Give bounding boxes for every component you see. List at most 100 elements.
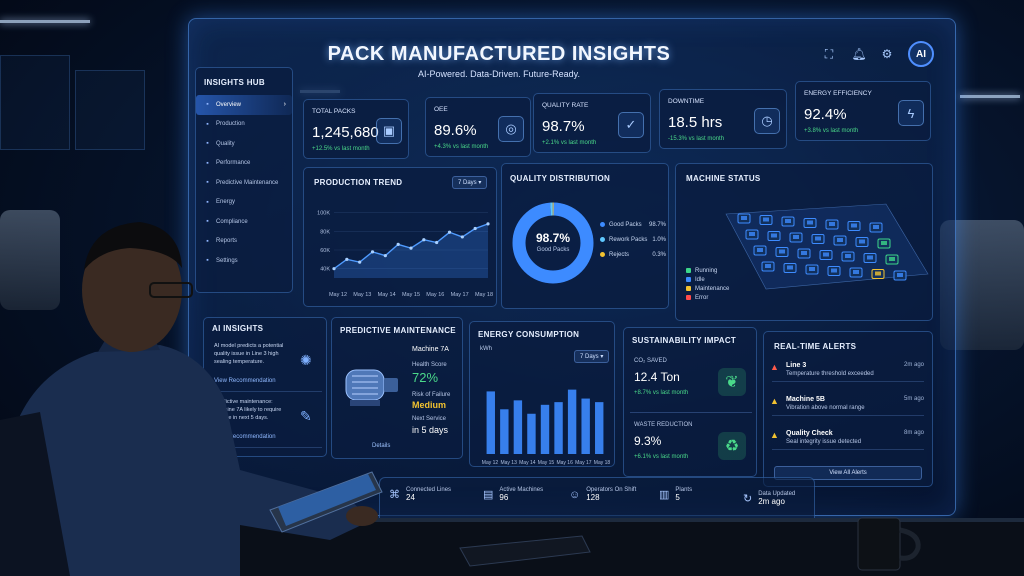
machine-light [765, 264, 771, 268]
kpi-label: TOTAL PACKS [312, 108, 356, 115]
grid-icon: ▪ [206, 101, 209, 109]
sidebar-item-label: Production [216, 121, 245, 128]
alert-item[interactable]: ▲ Machine 5B Vibration above normal range 5… [770, 396, 924, 416]
footer-stat-value: 2m ago [758, 497, 785, 506]
sustainability-card: SUSTAINABILITY IMPACT CO₂ SAVED 12.4 Ton… [623, 327, 757, 477]
brain-icon: ✺ [300, 352, 312, 368]
card-title: REAL-TIME ALERTS [774, 342, 857, 351]
x-tick-label: May 18 [594, 460, 611, 466]
chair [0, 412, 70, 576]
insight-text: AI model predicts a potential quality is… [214, 343, 284, 365]
kpi-card-downtime[interactable]: DOWNTIME 18.5 hrs -15.3% vs last month ◷ [659, 89, 787, 149]
co2-label: CO₂ SAVED [634, 358, 667, 364]
x-tick-label: May 15 [538, 460, 555, 466]
trend-point [447, 230, 452, 234]
warning-icon: ▲ [770, 362, 779, 372]
machine-light [807, 220, 813, 225]
sidebar-item-quality[interactable]: ▪ Quality [196, 134, 292, 154]
sidebar-item-performance[interactable]: ▪ Performance [196, 154, 292, 174]
user-icon: ☺ [569, 488, 581, 501]
status-legend-item: Running [686, 268, 729, 274]
sidebar-item-reports[interactable]: ▪ Reports [196, 232, 292, 252]
gear-icon: ▪ [206, 257, 209, 265]
waste-label: WASTE REDUCTION [634, 422, 693, 428]
background-monitor [75, 70, 145, 150]
x-tick-label: May 14 [378, 292, 396, 298]
status-legend-item: Maintenance [686, 286, 729, 292]
quality-distribution-card: QUALITY DISTRIBUTION 98.7% Good Packs Go… [501, 163, 669, 309]
energy-bar [527, 413, 536, 454]
machine-light [779, 249, 785, 254]
machine-light [815, 236, 821, 241]
phone [459, 535, 591, 567]
y-tick-label: 60K [320, 248, 330, 254]
quality-legend: Good Packs 98.7% Rework Packs 1.0% Rejects 0.… [600, 222, 666, 267]
machine-light [845, 254, 851, 258]
leaf-icon: ❦ [718, 368, 746, 396]
sidebar-item-production[interactable]: ▪ Production [196, 115, 292, 135]
card-title: PREDICTIVE MAINTENANCE [340, 326, 456, 335]
trend-point [486, 222, 490, 226]
machine-icon: ▤ [483, 489, 494, 501]
insight-item: AI model predicts a potential quality is… [210, 340, 322, 392]
kpi-value: 1,245,680 [312, 124, 379, 141]
gear-icon[interactable]: ⚙ [877, 44, 897, 64]
trend-point [460, 235, 464, 239]
kpi-value: 98.7% [542, 118, 585, 135]
waste-value: 9.3% [634, 434, 662, 448]
machine-light [889, 257, 895, 261]
footer-stat-value: 96 [499, 493, 509, 502]
alert-time: 8m ago [903, 430, 924, 436]
alert-item[interactable]: ▲ Quality Check Seal integrity issue detec… [770, 430, 924, 450]
footer-stat-active-machines: ▤ Active Machines 96 [483, 487, 543, 502]
machine-light [749, 232, 755, 236]
kpi-delta: +4.3% vs last month [434, 144, 489, 150]
alert-item[interactable]: ▲ Line 3 Temperature threshold exceeded 2m … [770, 362, 924, 382]
donut-center-value: 98.7% [535, 231, 571, 245]
x-tick-label: May 17 [575, 460, 592, 466]
energy-bar [540, 404, 550, 454]
sidebar-item-label: Energy [216, 199, 236, 206]
machine-status-legend: Running Idle Maintenance Error [686, 268, 729, 304]
sidebar-item-predictive-maintenance[interactable]: ▪ Predictive Maintenance [196, 173, 292, 193]
card-title: AI INSIGHTS [212, 324, 264, 333]
view-recommendation-link[interactable]: View Recommendation [214, 378, 276, 384]
machine-light [809, 267, 815, 271]
legend-label: Rework Packs [600, 237, 647, 243]
energy-bar [567, 389, 577, 454]
x-tick-label: May 18 [475, 292, 493, 298]
expand-icon[interactable]: ⛶ [819, 44, 839, 64]
sidebar-item-compliance[interactable]: ▪ Compliance [196, 212, 292, 232]
kpi-card-oee[interactable]: OEE 89.6% +4.3% vs last month ◎ [425, 97, 531, 157]
footer-stat-data-updated: ↻ Data Updated 2m ago [743, 491, 795, 506]
kpi-label: DOWNTIME [668, 98, 705, 105]
kpi-card-total-packs[interactable]: TOTAL PACKS 1,245,680 +12.5% vs last month… [303, 99, 409, 159]
sidebar-nav: ▪ Overview › ▪ Production ▪ Quality ▪ Performanc… [196, 95, 292, 271]
footer-stat-operators-on-shift: ☺ Operators On Shift 128 [569, 487, 636, 502]
view-recommendation-link[interactable]: View Recommendation [214, 434, 276, 440]
next-service-value: in 5 days [412, 425, 449, 435]
page-title: PACK MANUFACTURED INSIGHTS [327, 43, 671, 65]
sidebar-item-label: Settings [216, 257, 238, 264]
sidebar-item-energy[interactable]: ▪ Energy [196, 193, 292, 213]
machine-light [763, 217, 769, 222]
sidebar-item-settings[interactable]: ▪ Settings [196, 251, 292, 271]
sidebar-item-label: Compliance [216, 218, 248, 225]
trend-point [422, 238, 426, 242]
badge-icon: ✓ [618, 112, 644, 138]
machine-light [897, 273, 903, 277]
kpi-card-energy-efficiency[interactable]: ENERGY EFFICIENCY 92.4% +3.8% vs last mont… [795, 81, 931, 141]
details-button[interactable]: Details [372, 443, 390, 449]
machine-light [881, 241, 887, 245]
sidebar-title: INSIGHTS HUB [204, 78, 265, 87]
production-trend-card: PRODUCTION TREND 7 Days ▾ 100K 80K 60K 40K M… [303, 167, 497, 307]
x-tick-label: May 14 [519, 460, 536, 466]
x-tick-label: May 16 [426, 292, 444, 298]
machine-light [801, 251, 807, 255]
sidebar-item-overview[interactable]: ▪ Overview › [196, 95, 292, 115]
avatar[interactable]: AI [908, 41, 934, 67]
kpi-card-quality-rate[interactable]: QUALITY RATE 98.7% +2.1% vs last month ✓ [533, 93, 651, 153]
sidebar-item-label: Reports [216, 238, 238, 245]
bell-icon[interactable]: 🔔︎ [849, 44, 869, 64]
factory-icon: ▪ [206, 120, 209, 128]
